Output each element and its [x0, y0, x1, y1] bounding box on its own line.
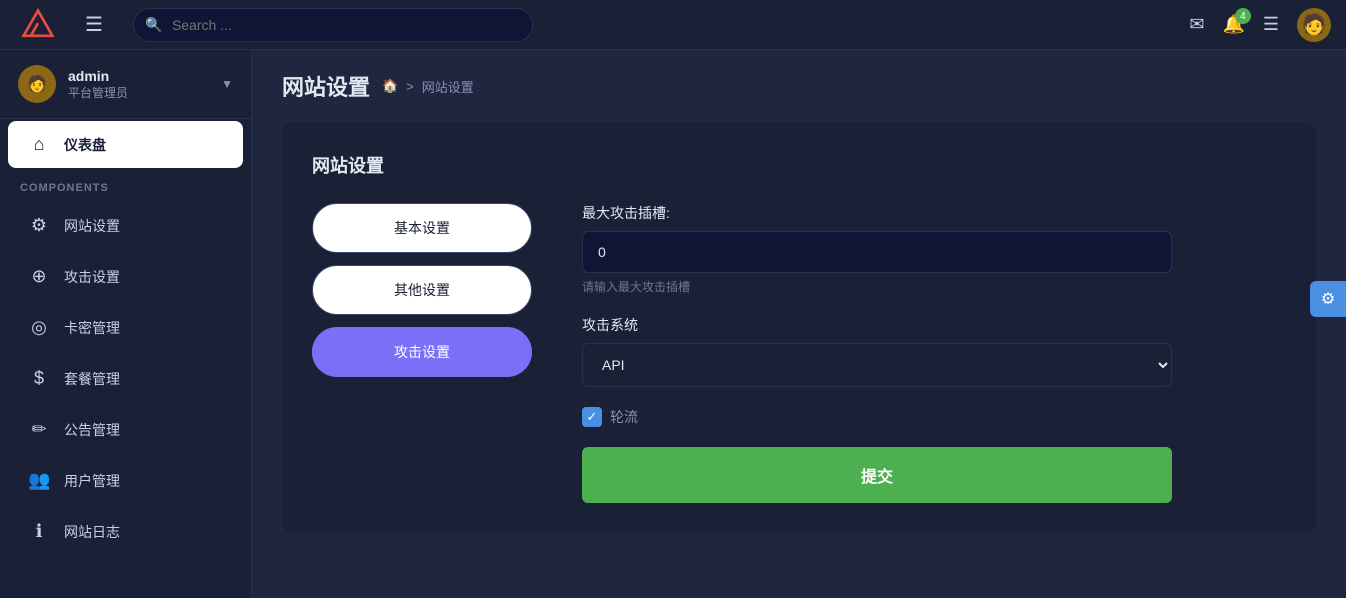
sidebar-user-info: admin 平台管理员 [68, 68, 209, 101]
card-management-icon: ◎ [28, 317, 50, 338]
hamburger-icon[interactable]: ☰ [80, 7, 108, 42]
breadcrumb-current: 网站设置 [422, 77, 474, 96]
card-body: 基本设置 其他设置 攻击设置 最大攻击插槽: 请输入最大攻击插槽 [312, 203, 1286, 503]
sidebar-item-announcement-management[interactable]: ✏ 公告管理 [8, 406, 243, 453]
card-title: 网站设置 [312, 152, 1286, 178]
sidebar-item-dashboard[interactable]: ⌂ 仪表盘 [8, 121, 243, 168]
sidebar-item-label: 公告管理 [64, 420, 120, 440]
checkbox-row: 轮流 [582, 407, 1286, 427]
header-right: ✉ 🔔 4 ☰ 🧑 [1189, 8, 1331, 42]
components-section-label: COMPONENTS [0, 170, 251, 200]
max-attack-label: 最大攻击插槽: [582, 203, 1286, 223]
sidebar-item-label: 网站设置 [64, 216, 120, 236]
website-settings-icon: ⚙ [28, 215, 50, 236]
breadcrumb-separator: > [406, 79, 414, 94]
sidebar-username: admin [68, 68, 209, 84]
mail-icon[interactable]: ✉ [1189, 14, 1204, 35]
content-area: 网站设置 🏠 > 网站设置 网站设置 基本设置 其他设置 攻击设置 [252, 50, 1346, 598]
sidebar-avatar-image: 🧑 [27, 74, 47, 94]
max-attack-group: 最大攻击插槽: 请输入最大攻击插槽 [582, 203, 1286, 295]
search-input[interactable] [133, 8, 533, 42]
sidebar-avatar: 🧑 [18, 65, 56, 103]
right-settings-icon[interactable]: ⚙ [1310, 281, 1346, 317]
roundrobin-checkbox[interactable] [582, 407, 602, 427]
sidebar-item-website-log[interactable]: ℹ 网站日志 [8, 508, 243, 555]
search-icon: 🔍 [145, 16, 162, 33]
page-title: 网站设置 [282, 70, 370, 102]
tab-basic-settings[interactable]: 基本设置 [312, 203, 532, 253]
sidebar-item-website-settings[interactable]: ⚙ 网站设置 [8, 202, 243, 249]
attack-system-label: 攻击系统 [582, 315, 1286, 335]
tab-attack-settings[interactable]: 攻击设置 [312, 327, 532, 377]
avatar-image: 🧑 [1302, 12, 1327, 37]
breadcrumb-home-icon[interactable]: 🏠 [382, 78, 398, 94]
sidebar-item-label: 攻击设置 [64, 267, 120, 287]
sidebar-item-card-management[interactable]: ◎ 卡密管理 [8, 304, 243, 351]
main-layout: 🧑 admin 平台管理员 ▼ ⌂ 仪表盘 COMPONENTS ⚙ 网站设置 … [0, 50, 1346, 598]
notification-badge: 4 [1235, 8, 1251, 24]
sidebar-item-label: 卡密管理 [64, 318, 120, 338]
logo [15, 7, 60, 43]
tab-other-settings[interactable]: 其他设置 [312, 265, 532, 315]
sidebar-item-label: 仪表盘 [64, 135, 106, 155]
package-management-icon: $ [28, 368, 50, 389]
search-bar: 🔍 [133, 8, 533, 42]
user-management-icon: 👥 [28, 470, 50, 491]
sidebar-item-label: 用户管理 [64, 471, 120, 491]
website-log-icon: ℹ [28, 521, 50, 542]
announcement-management-icon: ✏ [28, 419, 50, 440]
sidebar-user-role: 平台管理员 [68, 84, 209, 101]
sidebar: 🧑 admin 平台管理员 ▼ ⌂ 仪表盘 COMPONENTS ⚙ 网站设置 … [0, 50, 252, 598]
sidebar-item-label: 网站日志 [64, 522, 120, 542]
dashboard-icon: ⌂ [28, 134, 50, 155]
attack-system-select[interactable]: API 本地 混合 [582, 343, 1172, 387]
max-attack-hint: 请输入最大攻击插槽 [582, 278, 1286, 295]
tab-panel: 基本设置 其他设置 攻击设置 [312, 203, 532, 503]
attack-settings-icon: ⊕ [28, 266, 50, 287]
sidebar-item-label: 套餐管理 [64, 369, 120, 389]
sidebar-item-user-management[interactable]: 👥 用户管理 [8, 457, 243, 504]
form-panel: 最大攻击插槽: 请输入最大攻击插槽 攻击系统 API 本地 混合 [582, 203, 1286, 503]
max-attack-input[interactable] [582, 231, 1172, 273]
content-card: 网站设置 基本设置 其他设置 攻击设置 最大攻击插槽: [282, 122, 1316, 533]
sidebar-user: 🧑 admin 平台管理员 ▼ [0, 50, 251, 119]
layers-icon[interactable]: ☰ [1263, 14, 1279, 35]
sidebar-item-attack-settings[interactable]: ⊕ 攻击设置 [8, 253, 243, 300]
sidebar-item-package-management[interactable]: $ 套餐管理 [8, 355, 243, 402]
breadcrumb: 🏠 > 网站设置 [382, 77, 474, 96]
submit-button[interactable]: 提交 [582, 447, 1172, 503]
notification-icon[interactable]: 🔔 4 [1222, 14, 1244, 35]
checkbox-label: 轮流 [610, 407, 638, 427]
page-header: 网站设置 🏠 > 网站设置 [282, 70, 1316, 102]
content-card-inner: 网站设置 基本设置 其他设置 攻击设置 最大攻击插槽: [312, 152, 1286, 503]
user-avatar[interactable]: 🧑 [1297, 8, 1331, 42]
attack-system-group: 攻击系统 API 本地 混合 [582, 315, 1286, 387]
header: ☰ 🔍 ✉ 🔔 4 ☰ 🧑 [0, 0, 1346, 50]
sidebar-user-dropdown-icon[interactable]: ▼ [221, 77, 233, 91]
